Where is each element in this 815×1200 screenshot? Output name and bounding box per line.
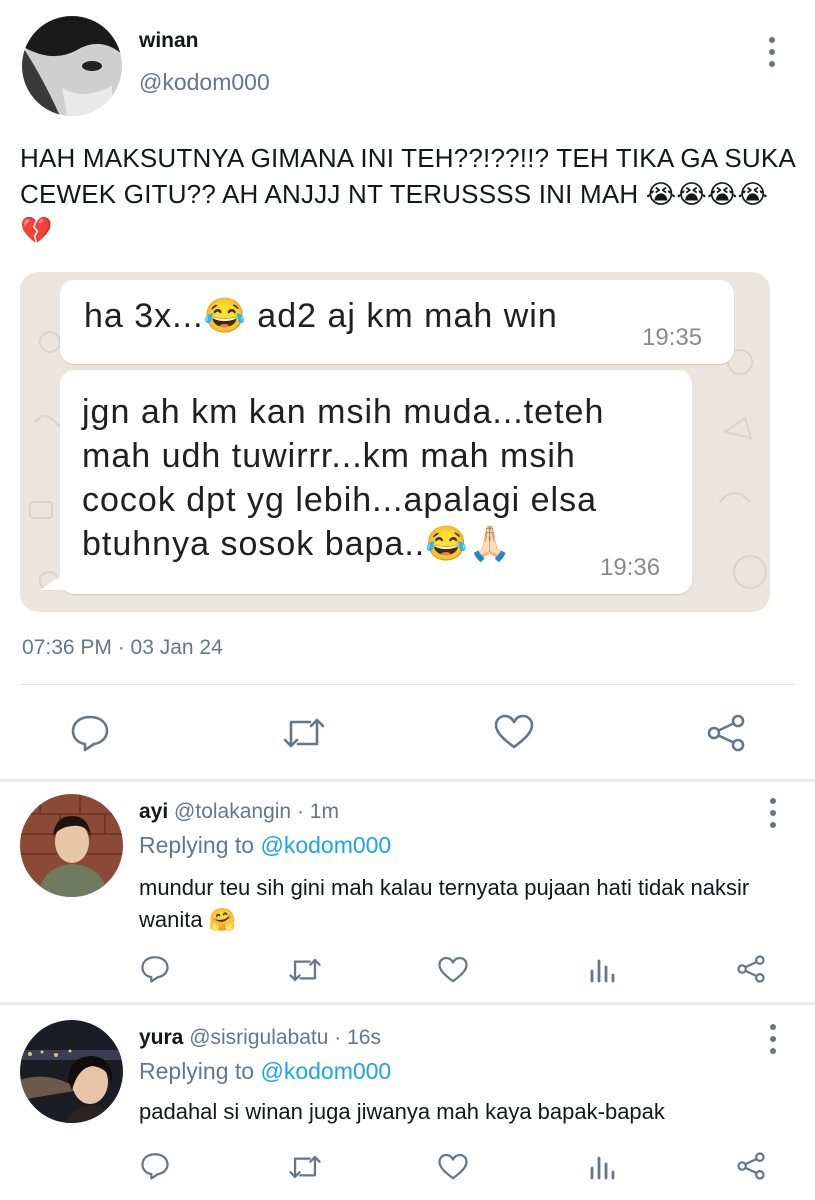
reply-author-line[interactable]: yura @sisrigulabatu · 16s — [139, 1026, 381, 1050]
more-options-icon[interactable] — [768, 1024, 778, 1054]
retweet-icon[interactable] — [282, 716, 326, 750]
divider — [0, 779, 815, 782]
reply-text: padahal si winan juga jiwanya mah kaya b… — [139, 1099, 665, 1124]
chat-message-time: 19:35 — [642, 324, 703, 351]
more-options-icon[interactable] — [767, 37, 777, 67]
author-name[interactable]: winan — [139, 29, 199, 53]
replying-to: Replying to @kodom000 — [139, 1058, 391, 1085]
reply-author-handle[interactable]: @tolakangin — [174, 800, 291, 823]
retweet-icon[interactable] — [288, 1154, 322, 1180]
tweet-timestamp: 07:36 PM · 03 Jan 24 — [22, 636, 223, 659]
chat-message-text: ha 3x...😂 ad2 aj km mah win — [84, 297, 558, 335]
divider — [20, 684, 795, 685]
reply-icon[interactable] — [70, 714, 110, 752]
reply-icon[interactable] — [140, 1152, 170, 1180]
divider — [0, 1002, 815, 1005]
retweet-icon[interactable] — [288, 957, 322, 983]
analytics-icon[interactable] — [589, 1152, 615, 1180]
chat-message-time: 19:36 — [600, 554, 661, 581]
analytics-icon[interactable] — [589, 955, 615, 983]
reply-author-name[interactable]: yura — [139, 1026, 183, 1049]
reply-author-line[interactable]: ayi @tolakangin · 1m — [139, 800, 339, 824]
reply-author-name[interactable]: ayi — [139, 800, 168, 823]
avatar[interactable] — [20, 794, 123, 897]
chat-message: ha 3x...😂 ad2 aj km mah win 19:35 — [60, 280, 734, 364]
reply-age: · 16s — [334, 1026, 381, 1049]
tweet-text: HAH MAKSUTNYA GIMANA INI TEH??!??!!? TEH… — [20, 143, 795, 245]
reply-text: mundur teu sih gini mah kalau ternyata p… — [139, 875, 750, 932]
like-icon[interactable] — [438, 1153, 468, 1181]
reply-icon[interactable] — [140, 955, 170, 983]
mention-link[interactable]: @kodom000 — [260, 1058, 391, 1084]
mention-link[interactable]: @kodom000 — [260, 832, 391, 858]
chat-bubble-tail — [40, 574, 64, 590]
share-icon[interactable] — [706, 714, 746, 752]
more-options-icon[interactable] — [768, 798, 778, 828]
replying-prefix: Replying to — [139, 832, 255, 858]
author-handle[interactable]: @kodom000 — [139, 69, 270, 96]
like-icon[interactable] — [494, 714, 534, 750]
share-icon[interactable] — [736, 955, 766, 983]
avatar[interactable] — [20, 1020, 123, 1123]
replying-prefix: Replying to — [139, 1058, 255, 1084]
replying-to: Replying to @kodom000 — [139, 832, 391, 859]
reply-age: · 1m — [296, 800, 339, 823]
like-icon[interactable] — [438, 956, 468, 984]
avatar[interactable] — [22, 16, 122, 116]
chat-message-text: jgn ah km kan msih muda...teteh mah udh … — [82, 393, 605, 563]
tweet-image[interactable]: ha 3x...😂 ad2 aj km mah win 19:35 jgn ah… — [20, 272, 770, 612]
share-icon[interactable] — [736, 1152, 766, 1180]
reply-author-handle[interactable]: @sisrigulabatu — [189, 1026, 328, 1049]
chat-message: jgn ah km kan msih muda...teteh mah udh … — [60, 370, 692, 594]
